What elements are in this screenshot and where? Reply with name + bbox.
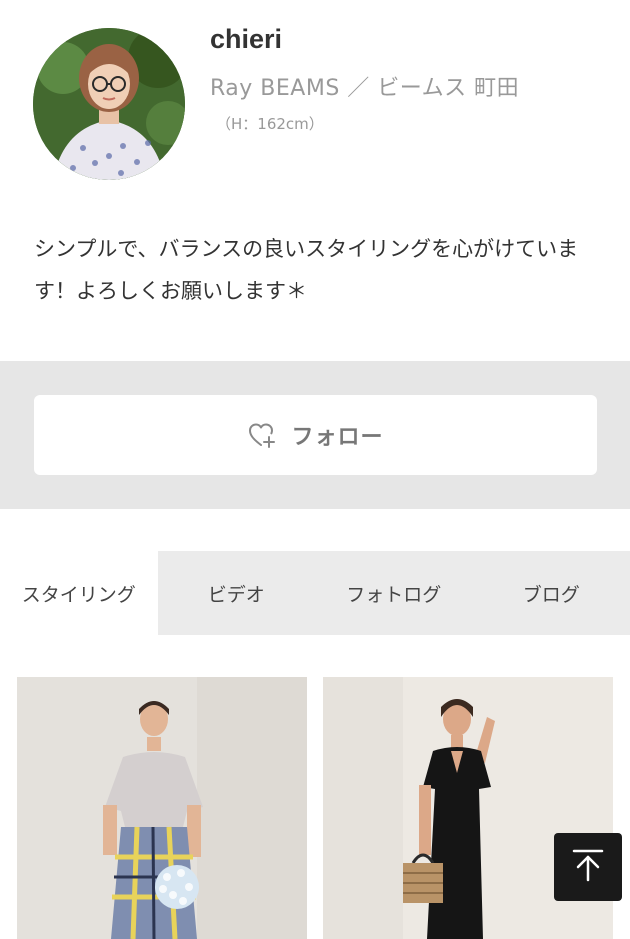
follow-button[interactable]: フォロー — [34, 395, 597, 475]
profile-height: （H：162cm） — [216, 115, 324, 133]
profile-bio: シンプルで、バランスの良いスタイリングを心がけています！よろしくお願いします＊ — [34, 237, 579, 303]
avatar[interactable] — [33, 28, 185, 180]
back-to-top-button[interactable] — [554, 833, 622, 901]
follow-section: フォロー — [0, 361, 630, 509]
tab-blog[interactable]: ブログ — [473, 551, 630, 635]
styling-photo — [17, 677, 307, 939]
avatar-photo — [33, 28, 185, 180]
content-tabs: スタイリング ビデオ フォトログ ブログ — [0, 551, 630, 635]
profile-shop[interactable]: Ray BEAMS ／ ビームス 町田 — [210, 70, 519, 102]
follow-label: フォロー — [291, 425, 384, 450]
tab-photolog[interactable]: フォトログ — [315, 551, 473, 635]
tab-styling[interactable]: スタイリング — [0, 551, 158, 635]
styling-thumbnail[interactable] — [17, 677, 307, 939]
heart-plus-icon — [247, 420, 277, 450]
staff-profile-page: chieri Ray BEAMS ／ ビームス 町田 （H：162cm） シンプ… — [0, 0, 630, 939]
profile-name: chieri — [210, 24, 283, 54]
tab-video[interactable]: ビデオ — [158, 551, 316, 635]
arrow-up-to-top-icon — [570, 847, 606, 887]
